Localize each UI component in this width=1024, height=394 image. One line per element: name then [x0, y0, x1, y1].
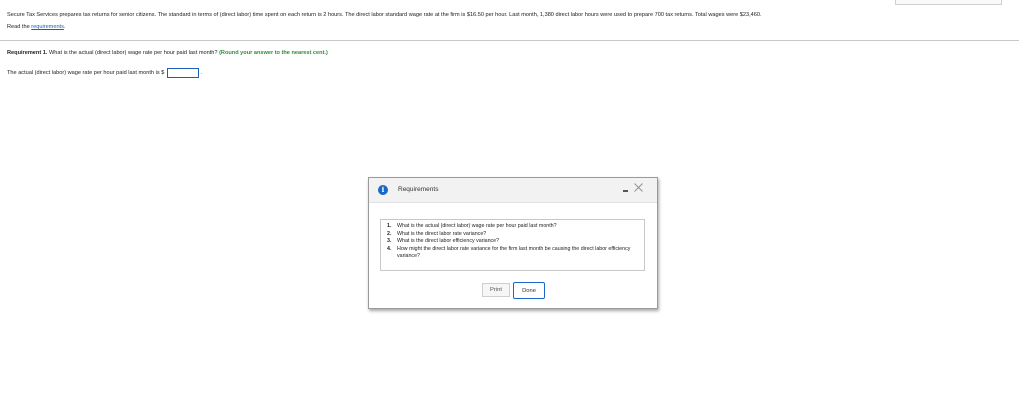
answer-suffix: . [200, 69, 202, 76]
rounding-hint: (Round your answer to the nearest cent.) [219, 50, 328, 56]
requirement-text: What is the direct labor efficiency vari… [397, 238, 500, 244]
divider [0, 40, 1019, 41]
requirement-item: 3. What is the direct labor efficiency va… [387, 238, 638, 246]
minimize-icon[interactable] [622, 184, 630, 194]
read-requirements-line: Read the requirements. [7, 24, 65, 30]
answer-line: The actual (direct labor) wage rate per … [7, 67, 202, 78]
top-toolbar-strip [895, 0, 1002, 5]
close-icon[interactable] [633, 182, 644, 193]
dialog-header: i Requirements [369, 178, 657, 203]
page: Secure Tax Services prepares tax returns… [0, 0, 1024, 394]
requirement-number: 4. [387, 245, 392, 252]
requirement-question: What is the actual (direct labor) wage r… [47, 50, 220, 56]
requirement-text: How might the direct labor rate variance… [397, 245, 631, 260]
requirement-label: Requirement 1. [7, 50, 48, 56]
requirements-link[interactable]: requirements [31, 24, 64, 30]
read-suffix: . [63, 24, 66, 30]
requirement-number: 1. [387, 223, 392, 229]
requirement-text: What is the actual (direct labor) wage r… [397, 223, 557, 229]
wage-rate-answer-input[interactable] [167, 67, 200, 78]
requirement-number: 2. [387, 230, 392, 237]
requirement-number: 3. [387, 238, 392, 244]
requirement-item: 4. How might the direct labor rate varian… [387, 246, 638, 261]
requirement-item: 2. What is the direct labor rate variance… [387, 231, 638, 239]
requirements-dialog: i Requirements 1. What is the actual (dir… [368, 177, 658, 309]
dialog-title: Requirements [398, 186, 439, 193]
requirement-item: 1. What is the actual (direct labor) wage… [387, 223, 638, 231]
requirement-text: What is the direct labor rate variance? [397, 230, 487, 237]
read-prefix: Read the [7, 24, 32, 30]
done-button[interactable]: Done [513, 282, 545, 299]
problem-statement: Secure Tax Services prepares tax returns… [7, 12, 762, 18]
requirements-box: 1. What is the actual (direct labor) wage… [380, 219, 645, 271]
requirement-heading: Requirement 1. What is the actual (direc… [7, 50, 328, 56]
requirements-list: 1. What is the actual (direct labor) wage… [381, 220, 644, 261]
info-icon: i [378, 185, 388, 195]
answer-prompt: The actual (direct labor) wage rate per … [7, 69, 165, 76]
print-button[interactable]: Print [482, 283, 510, 297]
